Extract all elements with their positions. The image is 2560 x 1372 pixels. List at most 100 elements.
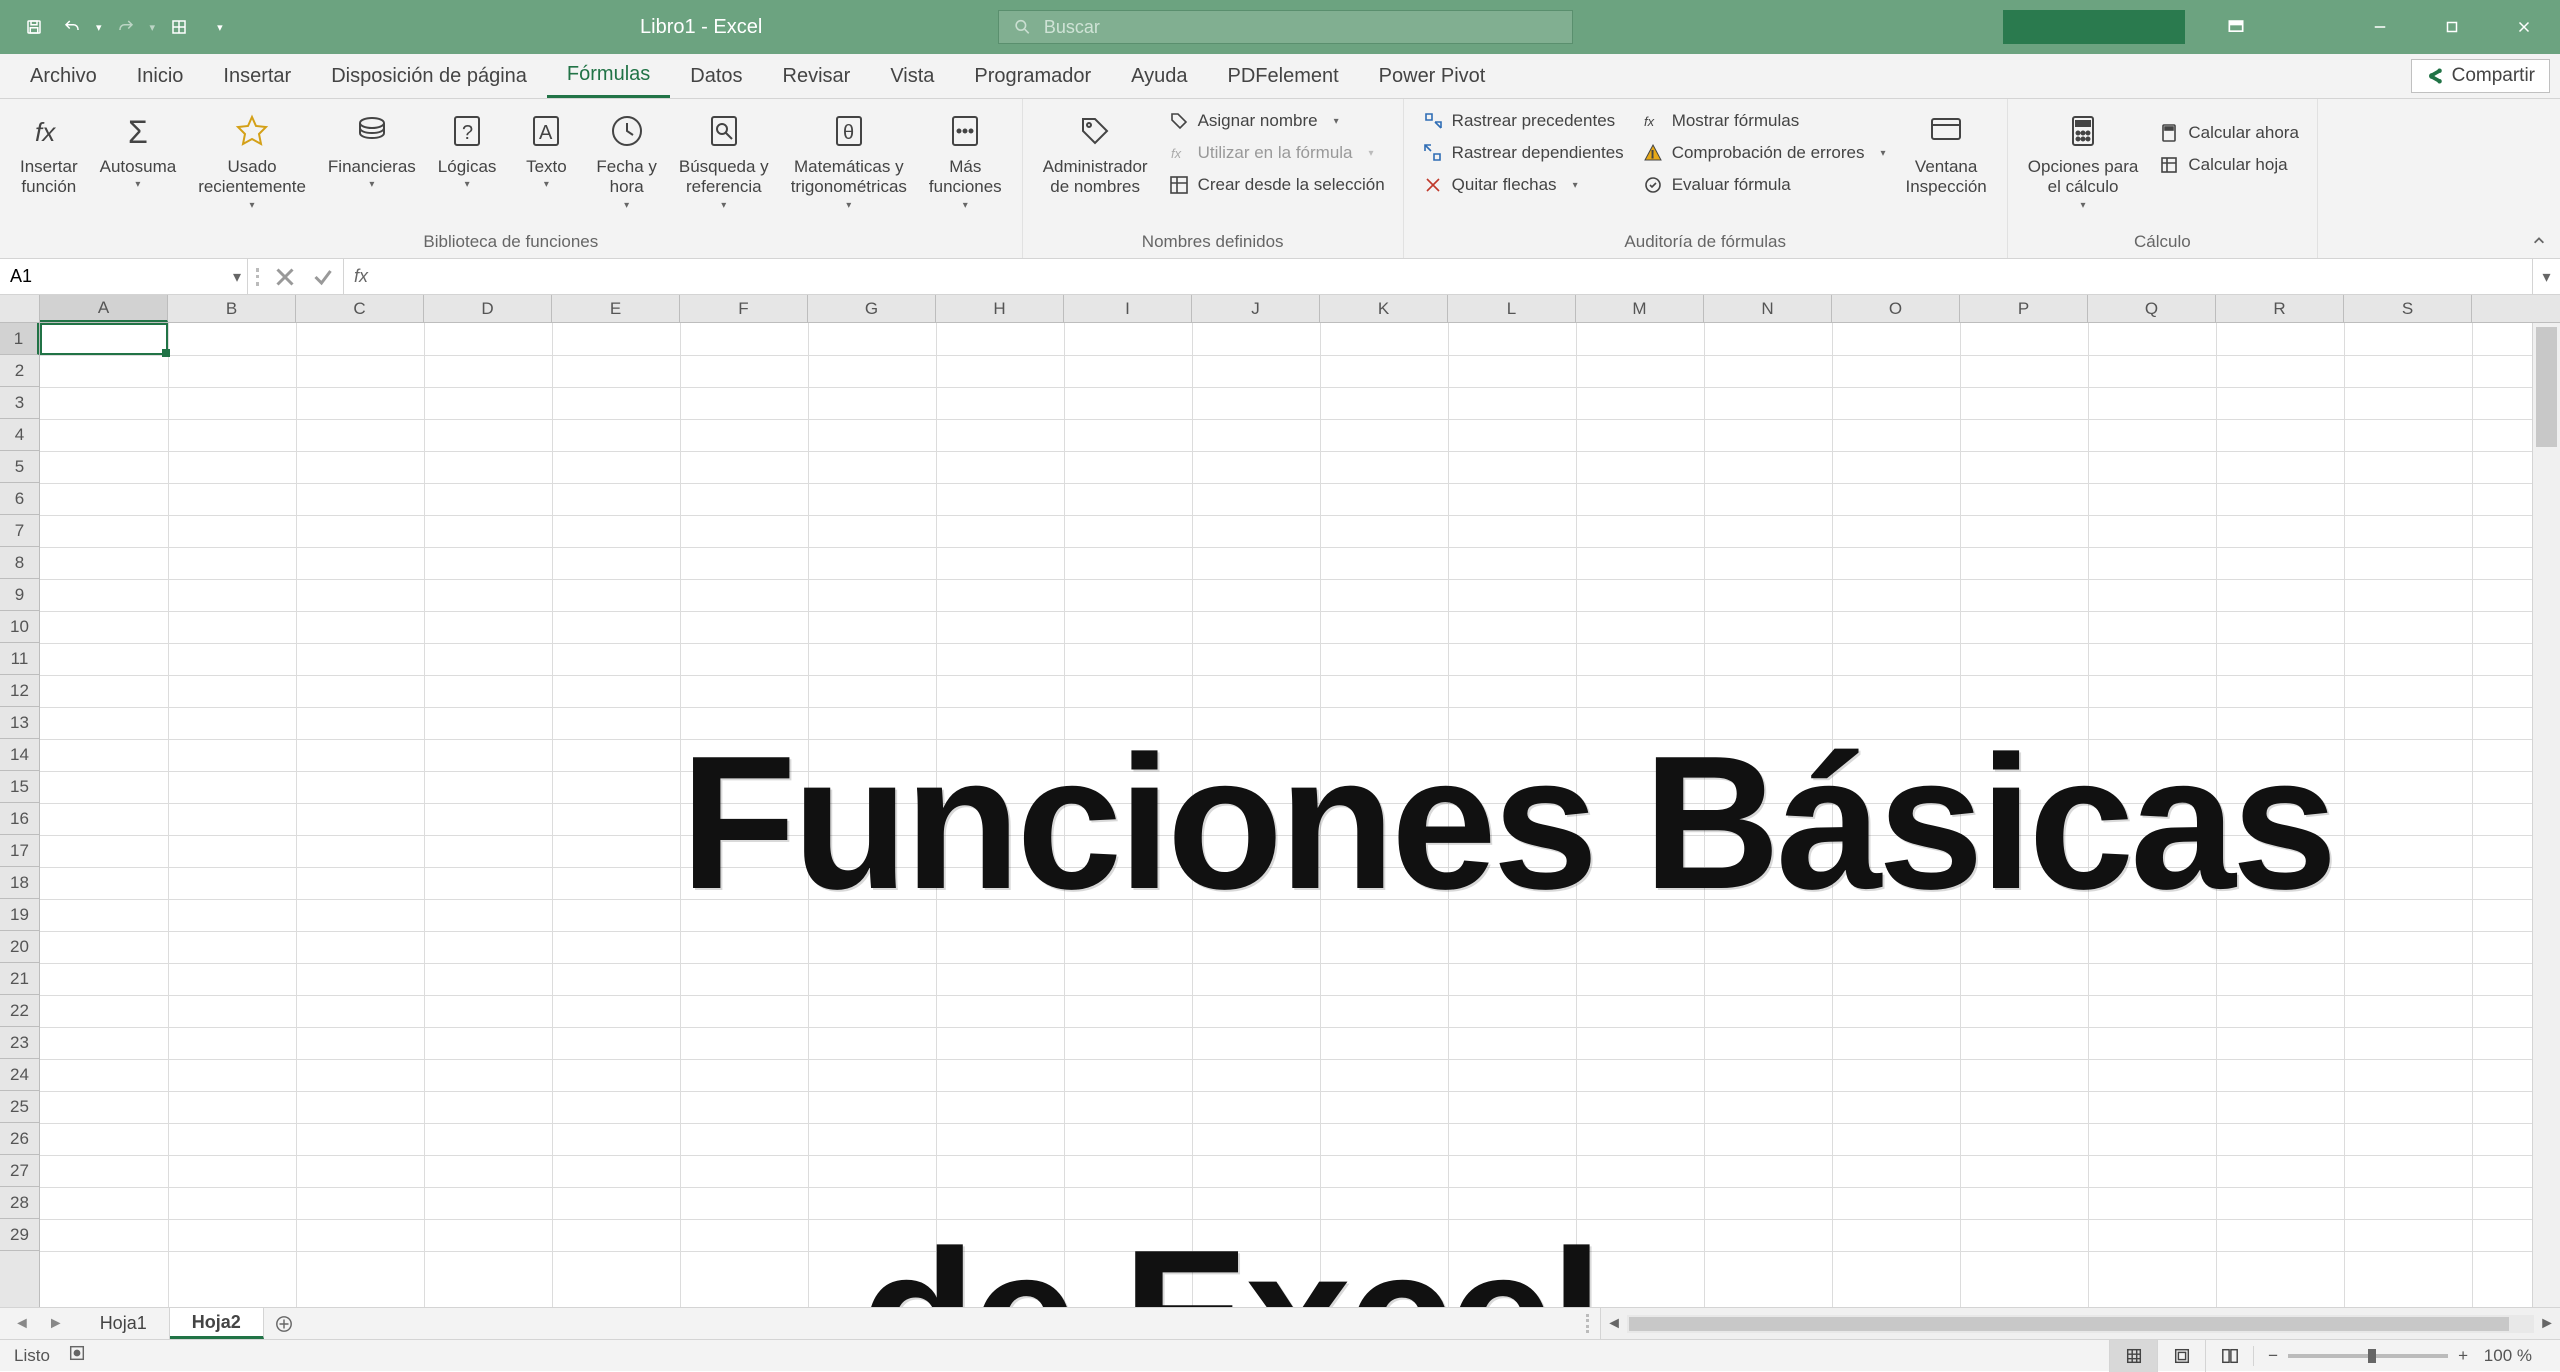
maximize-icon[interactable] [2416, 0, 2488, 54]
column-header-D[interactable]: D [424, 295, 552, 322]
more-functions-button[interactable]: Más funciones▾ [921, 105, 1010, 215]
date-button[interactable]: Fecha y hora▾ [588, 105, 664, 215]
formula-input[interactable] [378, 259, 2532, 294]
column-header-N[interactable]: N [1704, 295, 1832, 322]
vertical-scrollbar[interactable] [2532, 323, 2560, 1307]
use-formula-button[interactable]: fxUtilizar en la fórmula▾ [1162, 139, 1391, 167]
trace-precedents-button[interactable]: Rastrear precedentes [1416, 107, 1630, 135]
row-header-5[interactable]: 5 [0, 451, 39, 483]
expand-formula-bar-icon[interactable]: ▾ [2532, 259, 2560, 294]
tab-formulas[interactable]: Fórmulas [547, 54, 670, 98]
row-header-2[interactable]: 2 [0, 355, 39, 387]
column-header-G[interactable]: G [808, 295, 936, 322]
row-header-26[interactable]: 26 [0, 1123, 39, 1155]
row-header-18[interactable]: 18 [0, 867, 39, 899]
evaluate-button[interactable]: Evaluar fórmula [1636, 171, 1892, 199]
error-check-button[interactable]: !Comprobación de errores▾ [1636, 139, 1892, 167]
zoom-in-icon[interactable]: + [2458, 1346, 2468, 1366]
create-selection-button[interactable]: Crear desde la selección [1162, 171, 1391, 199]
sheet-prev-icon[interactable]: ◄ [14, 1315, 30, 1333]
hscroll-right-icon[interactable]: ► [2534, 1315, 2560, 1333]
macro-record-icon[interactable] [68, 1344, 86, 1367]
row-header-15[interactable]: 15 [0, 771, 39, 803]
row-header-20[interactable]: 20 [0, 931, 39, 963]
save-icon[interactable] [20, 13, 48, 41]
name-manager-button[interactable]: Administrador de nombres [1035, 105, 1156, 202]
grid-fill-icon[interactable] [165, 13, 193, 41]
row-header-25[interactable]: 25 [0, 1091, 39, 1123]
row-header-19[interactable]: 19 [0, 899, 39, 931]
insert-function-button[interactable]: fx Insertar función [12, 105, 86, 202]
row-header-14[interactable]: 14 [0, 739, 39, 771]
column-header-L[interactable]: L [1448, 295, 1576, 322]
qat-customize-icon[interactable]: ▾ [217, 21, 223, 34]
row-header-4[interactable]: 4 [0, 419, 39, 451]
view-normal-icon[interactable] [2109, 1340, 2157, 1372]
recent-button[interactable]: Usado recientemente▾ [190, 105, 314, 215]
undo-caret-icon[interactable]: ▾ [96, 21, 102, 34]
text-button[interactable]: A Texto▾ [510, 105, 582, 194]
row-header-28[interactable]: 28 [0, 1187, 39, 1219]
hscroll-left-icon[interactable]: ◄ [1601, 1315, 1627, 1333]
row-header-8[interactable]: 8 [0, 547, 39, 579]
name-box-input[interactable] [10, 266, 237, 287]
view-pagebreak-icon[interactable] [2205, 1340, 2253, 1372]
row-header-24[interactable]: 24 [0, 1059, 39, 1091]
collapse-ribbon-icon[interactable] [2528, 230, 2550, 252]
calc-now-button[interactable]: Calcular ahora [2152, 119, 2305, 147]
tab-disposicion[interactable]: Disposición de página [311, 54, 547, 98]
tab-inicio[interactable]: Inicio [117, 54, 204, 98]
define-name-button[interactable]: Asignar nombre▾ [1162, 107, 1391, 135]
trace-dependents-button[interactable]: Rastrear dependientes [1416, 139, 1630, 167]
hscroll-thumb[interactable] [1629, 1317, 2509, 1331]
ribbon-display-options-icon[interactable] [2200, 0, 2272, 54]
redo-icon[interactable] [112, 13, 140, 41]
tab-ayuda[interactable]: Ayuda [1111, 54, 1207, 98]
tab-datos[interactable]: Datos [670, 54, 762, 98]
zoom-slider[interactable] [2288, 1354, 2448, 1358]
column-header-R[interactable]: R [2216, 295, 2344, 322]
column-header-H[interactable]: H [936, 295, 1064, 322]
sheet-next-icon[interactable]: ► [48, 1315, 64, 1333]
calc-options-button[interactable]: Opciones para el cálculo▾ [2020, 105, 2147, 215]
search-input[interactable] [1044, 17, 1558, 38]
active-cell-a1[interactable] [40, 323, 168, 355]
vscroll-thumb[interactable] [2536, 327, 2557, 447]
tab-programador[interactable]: Programador [954, 54, 1111, 98]
view-layout-icon[interactable] [2157, 1340, 2205, 1372]
column-header-E[interactable]: E [552, 295, 680, 322]
show-formulas-button[interactable]: fxMostrar fórmulas [1636, 107, 1892, 135]
undo-icon[interactable] [58, 13, 86, 41]
column-header-Q[interactable]: Q [2088, 295, 2216, 322]
logical-button[interactable]: ? Lógicas▾ [430, 105, 505, 194]
row-header-1[interactable]: 1 [0, 323, 39, 355]
column-header-I[interactable]: I [1064, 295, 1192, 322]
financial-button[interactable]: Financieras▾ [320, 105, 424, 194]
row-header-21[interactable]: 21 [0, 963, 39, 995]
column-header-O[interactable]: O [1832, 295, 1960, 322]
select-all-button[interactable] [0, 295, 40, 322]
row-header-9[interactable]: 9 [0, 579, 39, 611]
tab-revisar[interactable]: Revisar [763, 54, 871, 98]
tab-powerpivot[interactable]: Power Pivot [1359, 54, 1506, 98]
sheet-tab-hoja1[interactable]: Hoja1 [78, 1308, 170, 1339]
watch-window-button[interactable]: Ventana Inspección [1897, 105, 1994, 202]
name-box-dropdown-icon[interactable]: ▾ [233, 267, 241, 287]
search-box[interactable] [998, 10, 1573, 44]
name-box[interactable]: ▾ [0, 259, 248, 294]
remove-arrows-button[interactable]: Quitar flechas▾ [1416, 171, 1630, 199]
column-header-C[interactable]: C [296, 295, 424, 322]
zoom-out-icon[interactable]: − [2268, 1346, 2278, 1366]
column-header-M[interactable]: M [1576, 295, 1704, 322]
row-header-11[interactable]: 11 [0, 643, 39, 675]
sheet-tab-hoja2[interactable]: Hoja2 [170, 1308, 264, 1339]
column-header-S[interactable]: S [2344, 295, 2472, 322]
cell-area[interactable]: Funciones Básicas de Excel [40, 323, 2560, 1307]
tab-archivo[interactable]: Archivo [10, 54, 117, 98]
fx-label-icon[interactable]: fx [344, 259, 378, 294]
column-header-J[interactable]: J [1192, 295, 1320, 322]
row-header-22[interactable]: 22 [0, 995, 39, 1027]
row-header-17[interactable]: 17 [0, 835, 39, 867]
column-header-P[interactable]: P [1960, 295, 2088, 322]
redo-caret-icon[interactable]: ▾ [150, 21, 156, 34]
